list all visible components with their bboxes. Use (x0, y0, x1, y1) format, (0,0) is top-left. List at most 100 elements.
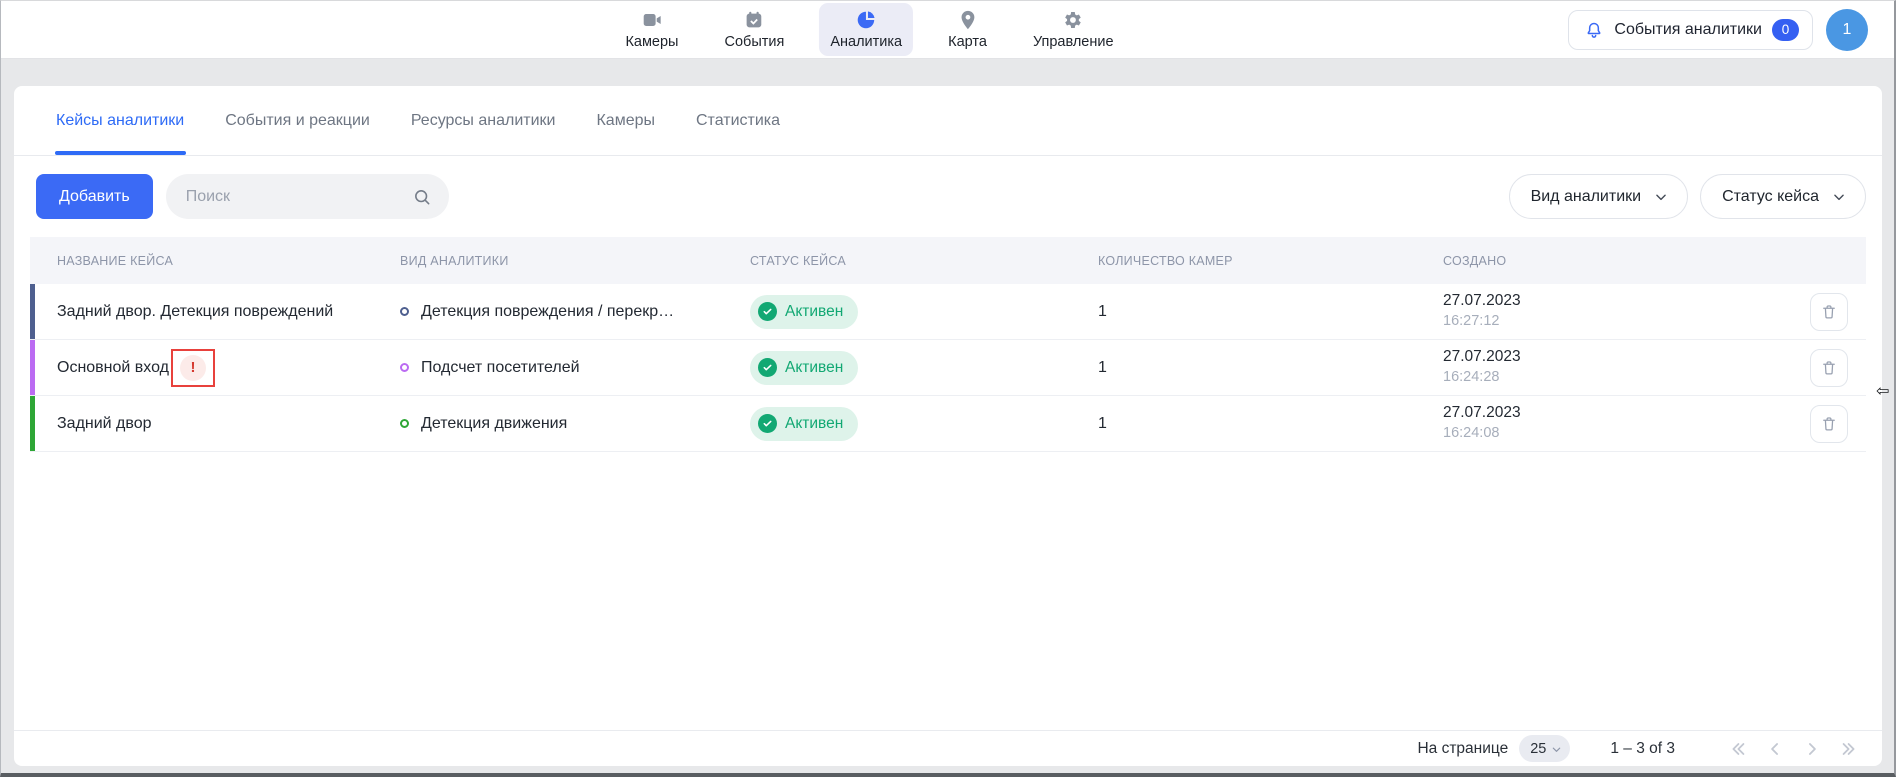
nav-item-management[interactable]: Управление (1022, 3, 1125, 56)
prev-page-button[interactable] (1764, 738, 1786, 760)
analytics-type-label: Детекция движения (421, 415, 567, 433)
table-row[interactable]: Основной вход ! Подсчет посетителей Акти… (30, 340, 1866, 396)
tab-cameras[interactable]: Камеры (596, 86, 655, 155)
trash-icon (1820, 359, 1838, 377)
calendar-icon (743, 9, 765, 31)
chevron-left-icon (1765, 739, 1785, 759)
case-name-cell: Основной вход ! (30, 349, 400, 387)
check-circle-icon (758, 358, 777, 377)
table-row[interactable]: Задний двор. Детекция повреждений Детекц… (30, 284, 1866, 340)
case-status-cell: Активен (750, 351, 1098, 385)
toolbar: Добавить Вид аналитики Статус (36, 174, 1866, 219)
tabs-bar: Кейсы аналитики События и реакции Ресурс… (14, 86, 1882, 156)
double-chevron-right-icon (1839, 739, 1859, 759)
col-case-name: НАЗВАНИЕ КЕЙСА (30, 254, 400, 268)
per-page-label: На странице (1417, 740, 1508, 758)
topbar-right-controls: События аналитики 0 1 (1568, 9, 1868, 51)
annotation-highlight-box: ! (171, 349, 215, 387)
tab-analytics-resources[interactable]: Ресурсы аналитики (411, 86, 556, 155)
analytics-cases-card: Кейсы аналитики События и реакции Ресурс… (14, 86, 1882, 766)
analytics-type-dot (400, 419, 409, 428)
col-case-status: СТАТУС КЕЙСА (750, 254, 1098, 268)
analytics-type-filter-label: Вид аналитики (1531, 188, 1642, 206)
add-case-button[interactable]: Добавить (36, 174, 153, 219)
status-label: Активен (785, 359, 843, 377)
top-navigation-bar: Камеры События Аналитика Карта (1, 1, 1894, 59)
pie-chart-icon (855, 9, 877, 31)
case-status-filter[interactable]: Статус кейса (1700, 174, 1866, 219)
page-background: Кейсы аналитики События и реакции Ресурс… (1, 59, 1894, 773)
created-cell: 27.07.2023 16:24:28 (1443, 347, 1810, 387)
nav-label: События (724, 34, 784, 50)
created-cell: 27.07.2023 16:24:08 (1443, 403, 1810, 443)
status-label: Активен (785, 303, 843, 321)
created-date: 27.07.2023 (1443, 291, 1810, 311)
analytics-events-button[interactable]: События аналитики 0 (1568, 10, 1813, 50)
chevron-down-icon (1551, 743, 1562, 754)
warning-icon: ! (180, 355, 206, 381)
analytics-type-cell: Детекция повреждения / перекр… (400, 303, 750, 321)
nav-label: Аналитика (830, 34, 902, 50)
col-analytics-type: ВИД АНАЛИТИКИ (400, 254, 750, 268)
delete-case-button[interactable] (1810, 293, 1848, 331)
analytics-type-label: Детекция повреждения / перекр… (421, 303, 674, 321)
camera-count-cell: 1 (1098, 415, 1443, 433)
status-badge: Активен (750, 295, 858, 329)
nav-item-analytics[interactable]: Аналитика (819, 3, 913, 56)
nav-item-events[interactable]: События (713, 3, 795, 56)
analytics-type-cell: Детекция движения (400, 415, 750, 433)
mouse-cursor: ⇦ (1876, 381, 1889, 400)
main-nav: Камеры События Аналитика Карта (614, 1, 1124, 58)
delete-case-button[interactable] (1810, 349, 1848, 387)
case-name-cell: Задний двор (30, 415, 400, 433)
first-page-button[interactable] (1727, 738, 1749, 760)
tab-analytics-cases[interactable]: Кейсы аналитики (56, 86, 184, 155)
table-header: НАЗВАНИЕ КЕЙСА ВИД АНАЛИТИКИ СТАТУС КЕЙС… (30, 237, 1866, 284)
table-footer: На странице 25 1 – 3 of 3 (14, 730, 1882, 766)
col-camera-count: КОЛИЧЕСТВО КАМЕР (1098, 254, 1443, 268)
empty-area (14, 452, 1882, 730)
per-page-select[interactable]: 25 (1519, 735, 1570, 762)
created-time: 16:24:28 (1443, 367, 1810, 387)
case-color-bar (30, 396, 35, 451)
chevron-right-icon (1802, 739, 1822, 759)
tab-events-reactions[interactable]: События и реакции (225, 86, 370, 155)
analytics-type-dot (400, 307, 409, 316)
chevron-down-icon (1832, 190, 1846, 204)
analytics-type-dot (400, 363, 409, 372)
pagination-range: 1 – 3 of 3 (1610, 740, 1675, 758)
analytics-type-cell: Подсчет посетителей (400, 359, 750, 377)
case-status-cell: Активен (750, 295, 1098, 329)
app-window: Камеры События Аналитика Карта (0, 0, 1896, 777)
nav-label: Карта (948, 34, 987, 50)
analytics-type-filter[interactable]: Вид аналитики (1509, 174, 1689, 219)
per-page-value: 25 (1530, 741, 1546, 757)
nav-item-map[interactable]: Карта (937, 3, 998, 56)
avatar[interactable]: 1 (1826, 9, 1868, 51)
check-circle-icon (758, 302, 777, 321)
actions-cell (1810, 349, 1866, 387)
search-box (166, 174, 449, 219)
last-page-button[interactable] (1838, 738, 1860, 760)
gear-icon (1062, 9, 1084, 31)
case-status-filter-label: Статус кейса (1722, 188, 1819, 206)
camera-icon (641, 9, 663, 31)
table-row[interactable]: Задний двор Детекция движения Активен 1 (30, 396, 1866, 452)
events-button-label: События аналитики (1614, 21, 1762, 39)
delete-case-button[interactable] (1810, 405, 1848, 443)
search-input[interactable] (166, 174, 449, 219)
bell-icon (1584, 20, 1604, 40)
created-date: 27.07.2023 (1443, 347, 1810, 367)
nav-item-cameras[interactable]: Камеры (614, 3, 689, 56)
map-pin-icon (957, 9, 979, 31)
actions-cell (1810, 293, 1866, 331)
case-color-bar (30, 340, 35, 395)
next-page-button[interactable] (1801, 738, 1823, 760)
actions-cell (1810, 405, 1866, 443)
tab-statistics[interactable]: Статистика (696, 86, 780, 155)
case-status-cell: Активен (750, 407, 1098, 441)
created-time: 16:27:12 (1443, 311, 1810, 331)
created-date: 27.07.2023 (1443, 403, 1810, 423)
chevron-down-icon (1654, 190, 1668, 204)
trash-icon (1820, 415, 1838, 433)
